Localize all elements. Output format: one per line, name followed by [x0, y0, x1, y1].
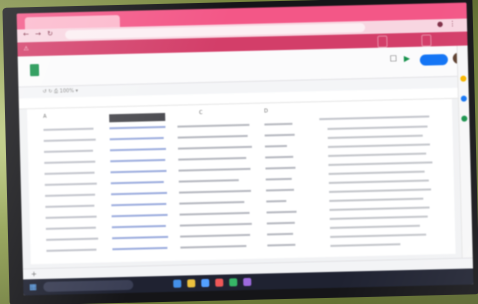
taskbar-app-icon[interactable] [173, 279, 182, 288]
col-b-lines [109, 125, 169, 251]
col-a-lines [43, 127, 99, 252]
add-sheet-icon[interactable]: + [31, 270, 37, 278]
col-c-lines [177, 123, 252, 249]
col-d-lines [264, 122, 297, 247]
taskbar-app-icon[interactable] [243, 277, 252, 287]
tasks-icon[interactable] [460, 95, 467, 102]
taskbar-app-icon[interactable] [229, 278, 238, 287]
windows-icon[interactable]: ▦ [29, 282, 37, 291]
keep-icon[interactable] [460, 75, 467, 82]
taskbar-search[interactable] [43, 279, 134, 292]
monitor-screen: ← → ↻ ● ⋮ ⚠ ☐ ▶ ↺ ↻ ⎙ 100% ▾ A C D + ▦ [16, 2, 474, 296]
taskbar-app-icon[interactable] [215, 278, 224, 287]
photo-scene: ← → ↻ ● ⋮ ⚠ ☐ ▶ ↺ ↻ ⎙ 100% ▾ A C D + ▦ [0, 0, 478, 304]
taskbar-app-icon[interactable] [201, 278, 210, 288]
calendar-icon[interactable] [461, 115, 468, 122]
notes-column-lines [319, 115, 433, 247]
taskbar-app-icon[interactable] [187, 279, 196, 288]
cell-text-blur [43, 115, 433, 252]
